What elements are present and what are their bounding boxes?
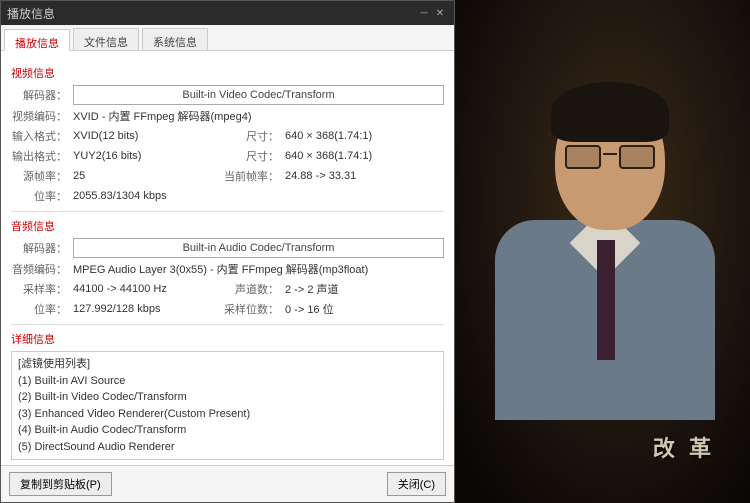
label-size1: 尺寸： (223, 128, 279, 144)
label-cur-fps: 当前帧率： (223, 168, 279, 184)
value-src-fps: 25 (73, 170, 193, 182)
spacer (118, 472, 381, 496)
playback-info-dialog: 播放信息 ─ ✕ 播放信息 文件信息 系统信息 视频信息 解码器： Built-… (0, 0, 455, 503)
value-channels: 2 -> 2 声道 (285, 281, 339, 297)
label-audio-bitrate: 位率： (11, 301, 67, 317)
section-video: 视频信息 (11, 65, 444, 81)
section-detail: 详细信息 (11, 331, 444, 347)
video-caption: 改 革 (653, 431, 715, 463)
tab-playback-info[interactable]: 播放信息 (4, 29, 70, 51)
filter-item: (5) DirectSound Audio Renderer (18, 439, 437, 456)
label-size2: 尺寸： (223, 148, 279, 164)
filter-item: (4) Built-in Audio Codec/Transform (18, 422, 437, 439)
dialog-footer: 复制到剪贴板(P) 关闭(C) (1, 465, 454, 502)
glasses-icon (565, 145, 655, 169)
person-figure (475, 60, 715, 380)
label-audio-codec: 音频编码： (11, 261, 67, 277)
label-input-fmt: 输入格式： (11, 128, 67, 144)
label-sample-rate: 采样率： (11, 281, 67, 297)
tab-file-info[interactable]: 文件信息 (73, 28, 139, 50)
filter-list-box[interactable]: [滤镜使用列表] (1) Built-in AVI Source (2) Bui… (11, 351, 444, 460)
audio-decoder-box[interactable]: Built-in Audio Codec/Transform (73, 238, 444, 258)
label-audio-decoder: 解码器： (11, 240, 67, 256)
video-preview: 改 革 (455, 0, 750, 503)
value-size1: 640 × 368(1.74:1) (285, 130, 372, 142)
close-icon[interactable]: ✕ (432, 8, 448, 19)
label-video-bitrate: 位率： (11, 188, 67, 204)
label-channels: 声道数： (223, 281, 279, 297)
value-sample-rate: 44100 -> 44100 Hz (73, 283, 193, 295)
divider (11, 324, 444, 325)
label-decoder: 解码器： (11, 87, 67, 103)
value-output-fmt: YUY2(16 bits) (73, 150, 193, 162)
person-hair (551, 82, 669, 142)
value-audio-bitrate: 127.992/128 kbps (73, 303, 193, 315)
label-sample-num: 采样位数： (223, 301, 279, 317)
filter-item: (1) Built-in AVI Source (18, 373, 437, 390)
tab-bar: 播放信息 文件信息 系统信息 (1, 25, 454, 51)
value-video-bitrate: 2055.83/1304 kbps (73, 190, 167, 202)
minimize-icon[interactable]: ─ (416, 8, 432, 19)
window-title: 播放信息 (7, 5, 416, 22)
copy-button[interactable]: 复制到剪贴板(P) (9, 472, 112, 496)
value-sample-num: 0 -> 16 位 (285, 301, 334, 317)
value-input-fmt: XVID(12 bits) (73, 130, 193, 142)
label-src-fps: 源帧率： (11, 168, 67, 184)
filter-item: (2) Built-in Video Codec/Transform (18, 389, 437, 406)
tab-system-info[interactable]: 系统信息 (142, 28, 208, 50)
video-decoder-box[interactable]: Built-in Video Codec/Transform (73, 85, 444, 105)
titlebar[interactable]: 播放信息 ─ ✕ (1, 1, 454, 25)
video-frame: 改 革 (455, 0, 750, 503)
divider (11, 211, 444, 212)
tab-content: 视频信息 解码器： Built-in Video Codec/Transform… (1, 51, 454, 465)
value-size2: 640 × 368(1.74:1) (285, 150, 372, 162)
value-audio-codec: MPEG Audio Layer 3(0x55) - 内置 FFmpeg 解码器… (73, 261, 368, 277)
value-cur-fps: 24.88 -> 33.31 (285, 170, 356, 182)
close-button[interactable]: 关闭(C) (387, 472, 446, 496)
filter-header: [滤镜使用列表] (18, 356, 437, 373)
label-video-codec: 视频编码： (11, 108, 67, 124)
value-video-codec: XVID - 内置 FFmpeg 解码器(mpeg4) (73, 108, 251, 124)
filter-item: (3) Enhanced Video Renderer(Custom Prese… (18, 406, 437, 423)
section-audio: 音频信息 (11, 218, 444, 234)
person-tie (597, 240, 615, 360)
label-output-fmt: 输出格式： (11, 148, 67, 164)
